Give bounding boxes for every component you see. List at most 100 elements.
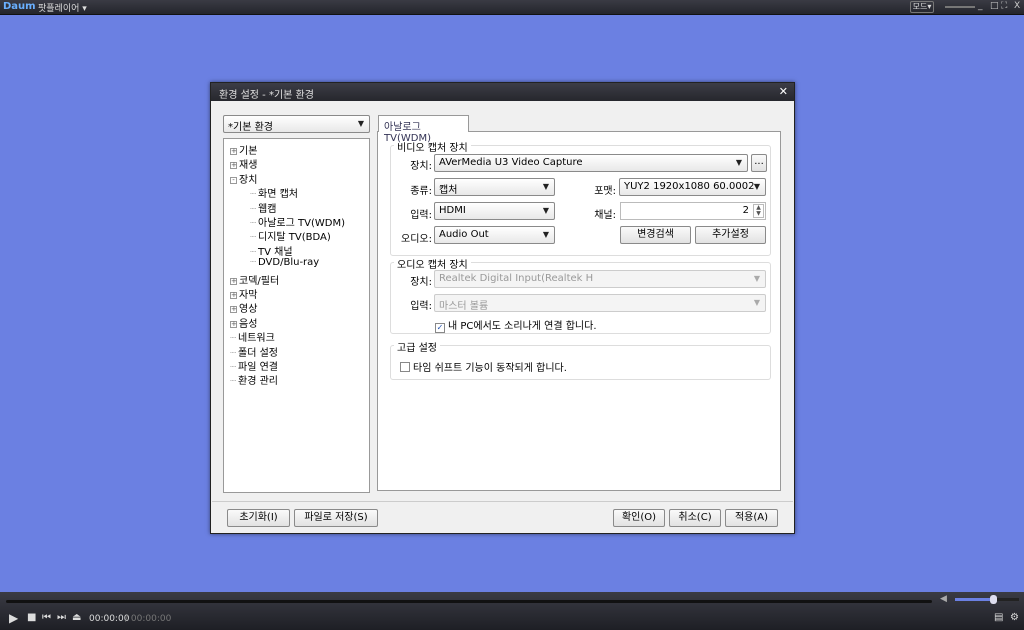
tree-item[interactable]: ┈ TV 채널 bbox=[250, 243, 293, 258]
tree-line-icon: ┈ bbox=[250, 189, 257, 201]
tree-item[interactable]: + 코덱/필터 bbox=[230, 272, 279, 287]
expand-icon[interactable]: + bbox=[230, 162, 237, 170]
settings-tree[interactable]: + 기본 + 재생 - 장치 ┈ 화면 캡처 ┈ 웹캠 ┈ 아날로그 TV(WDM) ┈ 디지탈 TV(B… bbox=[223, 138, 370, 493]
tree-item[interactable]: ┈ 웹캠 bbox=[250, 200, 276, 215]
tree-item[interactable]: + 자막 bbox=[230, 286, 257, 301]
chevron-down-icon: ▼ bbox=[357, 119, 364, 128]
tree-item-label: 디지탈 TV(BDA) bbox=[258, 232, 331, 244]
device-more-button[interactable]: ... bbox=[751, 154, 767, 172]
audio-value: Audio Out bbox=[439, 229, 489, 240]
tree-item-label: 기본 bbox=[239, 146, 258, 157]
tree-item[interactable]: ┈ 환경 관리 bbox=[230, 372, 278, 387]
tree-line-icon: ┈ bbox=[250, 232, 257, 244]
tree-line-icon: ┈ bbox=[250, 203, 257, 215]
chevron-down-icon: ▼ bbox=[542, 206, 549, 215]
video-device-value: AVerMedia U3 Video Capture bbox=[439, 157, 583, 168]
input-select[interactable]: HDMI ▼ bbox=[434, 202, 555, 220]
tree-line-icon: ┈ bbox=[230, 333, 237, 345]
tree-item[interactable]: + 영상 bbox=[230, 300, 257, 315]
monitor-checkbox[interactable]: ✓ 내 PC에서도 소리나게 연결 합니다. bbox=[435, 317, 597, 333]
tab-analog-tv[interactable]: 아날로그 TV(WDM) bbox=[378, 115, 469, 144]
tree-item[interactable]: ┈ 파일 연결 bbox=[230, 358, 278, 373]
chevron-down-icon: ▼ bbox=[753, 182, 760, 191]
ok-button[interactable]: 확인(O) bbox=[613, 509, 665, 527]
input-label: 입력: bbox=[410, 210, 432, 221]
tree-item[interactable]: ┈ 아날로그 TV(WDM) bbox=[250, 214, 345, 229]
chevron-down-icon: ▼ bbox=[542, 182, 549, 191]
tree-item[interactable]: ┈ 화면 캡처 bbox=[250, 185, 298, 200]
tree-line-icon: ┈ bbox=[250, 246, 257, 258]
eject-icon[interactable]: ⏏ bbox=[72, 612, 81, 623]
tree-item[interactable]: + 재생 bbox=[230, 156, 257, 171]
tree-item[interactable]: + 음성 bbox=[230, 315, 257, 330]
checkbox-icon bbox=[400, 362, 410, 372]
audio-label: 오디오: bbox=[401, 234, 432, 245]
save-to-file-button[interactable]: 파일로 저장(S) bbox=[294, 509, 378, 527]
close-button[interactable]: X bbox=[1014, 1, 1020, 11]
audio-select[interactable]: Audio Out ▼ bbox=[434, 226, 555, 244]
video-device-select[interactable]: AVerMedia U3 Video Capture ▼ bbox=[434, 154, 748, 172]
gear-icon[interactable]: ⚙ bbox=[1010, 612, 1019, 623]
app-menu[interactable]: 팟플레이어 ▾ bbox=[38, 1, 87, 14]
speaker-icon[interactable]: ◀ bbox=[940, 594, 947, 604]
tree-item-label: 파일 연결 bbox=[238, 362, 279, 373]
playlist-icon[interactable]: ▤ bbox=[994, 612, 1003, 623]
spinner-arrows-icon[interactable]: ▲ ▼ bbox=[753, 204, 764, 218]
expand-icon[interactable]: + bbox=[230, 292, 237, 299]
tree-item-label: 환경 관리 bbox=[238, 376, 279, 388]
expand-icon[interactable]: + bbox=[230, 148, 237, 155]
fullscreen-button[interactable]: ⛶ bbox=[1001, 1, 1007, 11]
previous-icon[interactable]: ⏮ bbox=[42, 612, 51, 623]
seek-bar[interactable] bbox=[6, 600, 932, 603]
chevron-down-icon: ▼ bbox=[735, 158, 742, 167]
tree-item-label: TV 채널 bbox=[258, 246, 293, 258]
tree-item[interactable]: ┈ 디지탈 TV(BDA) bbox=[250, 228, 331, 243]
minimize-button[interactable]: _ bbox=[978, 1, 983, 11]
cancel-button[interactable]: 취소(C) bbox=[669, 509, 721, 527]
stop-icon[interactable]: ■ bbox=[27, 612, 36, 623]
expand-icon[interactable]: + bbox=[230, 320, 237, 328]
chevron-down-icon: ▼ bbox=[753, 298, 760, 307]
reset-button[interactable]: 초기화(I) bbox=[227, 509, 290, 527]
timeshift-checkbox[interactable]: 타임 쉬프트 기능이 동작되게 합니다. bbox=[400, 359, 567, 374]
preferences-dialog: 환경 설정 - *기본 환경 ✕ *기본 환경 ▼ + 기본 + 재생 - 장치 ┈ 화면 캡처… bbox=[210, 82, 795, 534]
maximize-button[interactable]: □ bbox=[990, 1, 999, 11]
mode-button[interactable]: 모드▾ bbox=[910, 1, 934, 13]
dialog-close-button[interactable]: ✕ bbox=[779, 85, 788, 98]
tree-item-label: 네트워크 bbox=[238, 333, 275, 345]
checkmark-icon: ✓ bbox=[435, 323, 445, 333]
apply-button[interactable]: 적용(A) bbox=[725, 509, 778, 527]
tree-item-label: 음성 bbox=[239, 318, 258, 330]
daum-logo: Daum bbox=[3, 1, 36, 12]
extra-settings-button[interactable]: 추가설정 bbox=[695, 226, 766, 244]
collapse-icon[interactable]: - bbox=[230, 176, 237, 184]
next-icon[interactable]: ⏭ bbox=[57, 612, 66, 623]
expand-icon[interactable]: + bbox=[230, 306, 237, 314]
tree-item[interactable]: - 장치 bbox=[230, 171, 257, 186]
channel-spinner[interactable]: 2 ▲ ▼ bbox=[620, 202, 766, 220]
tree-item[interactable]: ┈ 네트워크 bbox=[230, 329, 275, 344]
tree-line-icon: ┈ bbox=[230, 347, 237, 359]
audio-device-select[interactable]: Realtek Digital Input(Realtek H ▼ bbox=[434, 270, 766, 288]
scan-changes-button[interactable]: 변경검색 bbox=[620, 226, 691, 244]
tree-item[interactable]: ┈ DVD/Blu-ray bbox=[250, 257, 319, 268]
tree-line-icon: ┈ bbox=[250, 257, 257, 269]
audio-input-select[interactable]: 마스터 볼륨 ▼ bbox=[434, 294, 766, 312]
tree-item[interactable]: ┈ 폴더 설정 bbox=[230, 344, 278, 359]
expand-icon[interactable]: + bbox=[230, 277, 237, 285]
play-icon[interactable]: ▶ bbox=[9, 611, 18, 625]
opacity-slider[interactable] bbox=[945, 6, 975, 8]
tree-line-icon: ┈ bbox=[230, 362, 237, 373]
tree-item[interactable]: + 기본 bbox=[230, 142, 257, 157]
tree-item-label: 영상 bbox=[239, 304, 258, 316]
volume-slider[interactable] bbox=[955, 595, 1019, 604]
preset-select[interactable]: *기본 환경 ▼ bbox=[223, 115, 370, 133]
tab-panel: 비디오 캡처 장치 장치: AVerMedia U3 Video Capture… bbox=[377, 131, 781, 491]
type-select[interactable]: 캡처 ▼ bbox=[434, 178, 555, 196]
tree-item-label: 코덱/필터 bbox=[239, 275, 280, 287]
volume-knob[interactable] bbox=[990, 595, 998, 604]
format-select[interactable]: YUY2 1920x1080 60.0002 ▼ bbox=[619, 178, 766, 196]
divider bbox=[212, 501, 793, 502]
dialog-title-text: 환경 설정 - *기본 환경 bbox=[219, 90, 314, 101]
tree-line-icon: ┈ bbox=[230, 376, 237, 388]
